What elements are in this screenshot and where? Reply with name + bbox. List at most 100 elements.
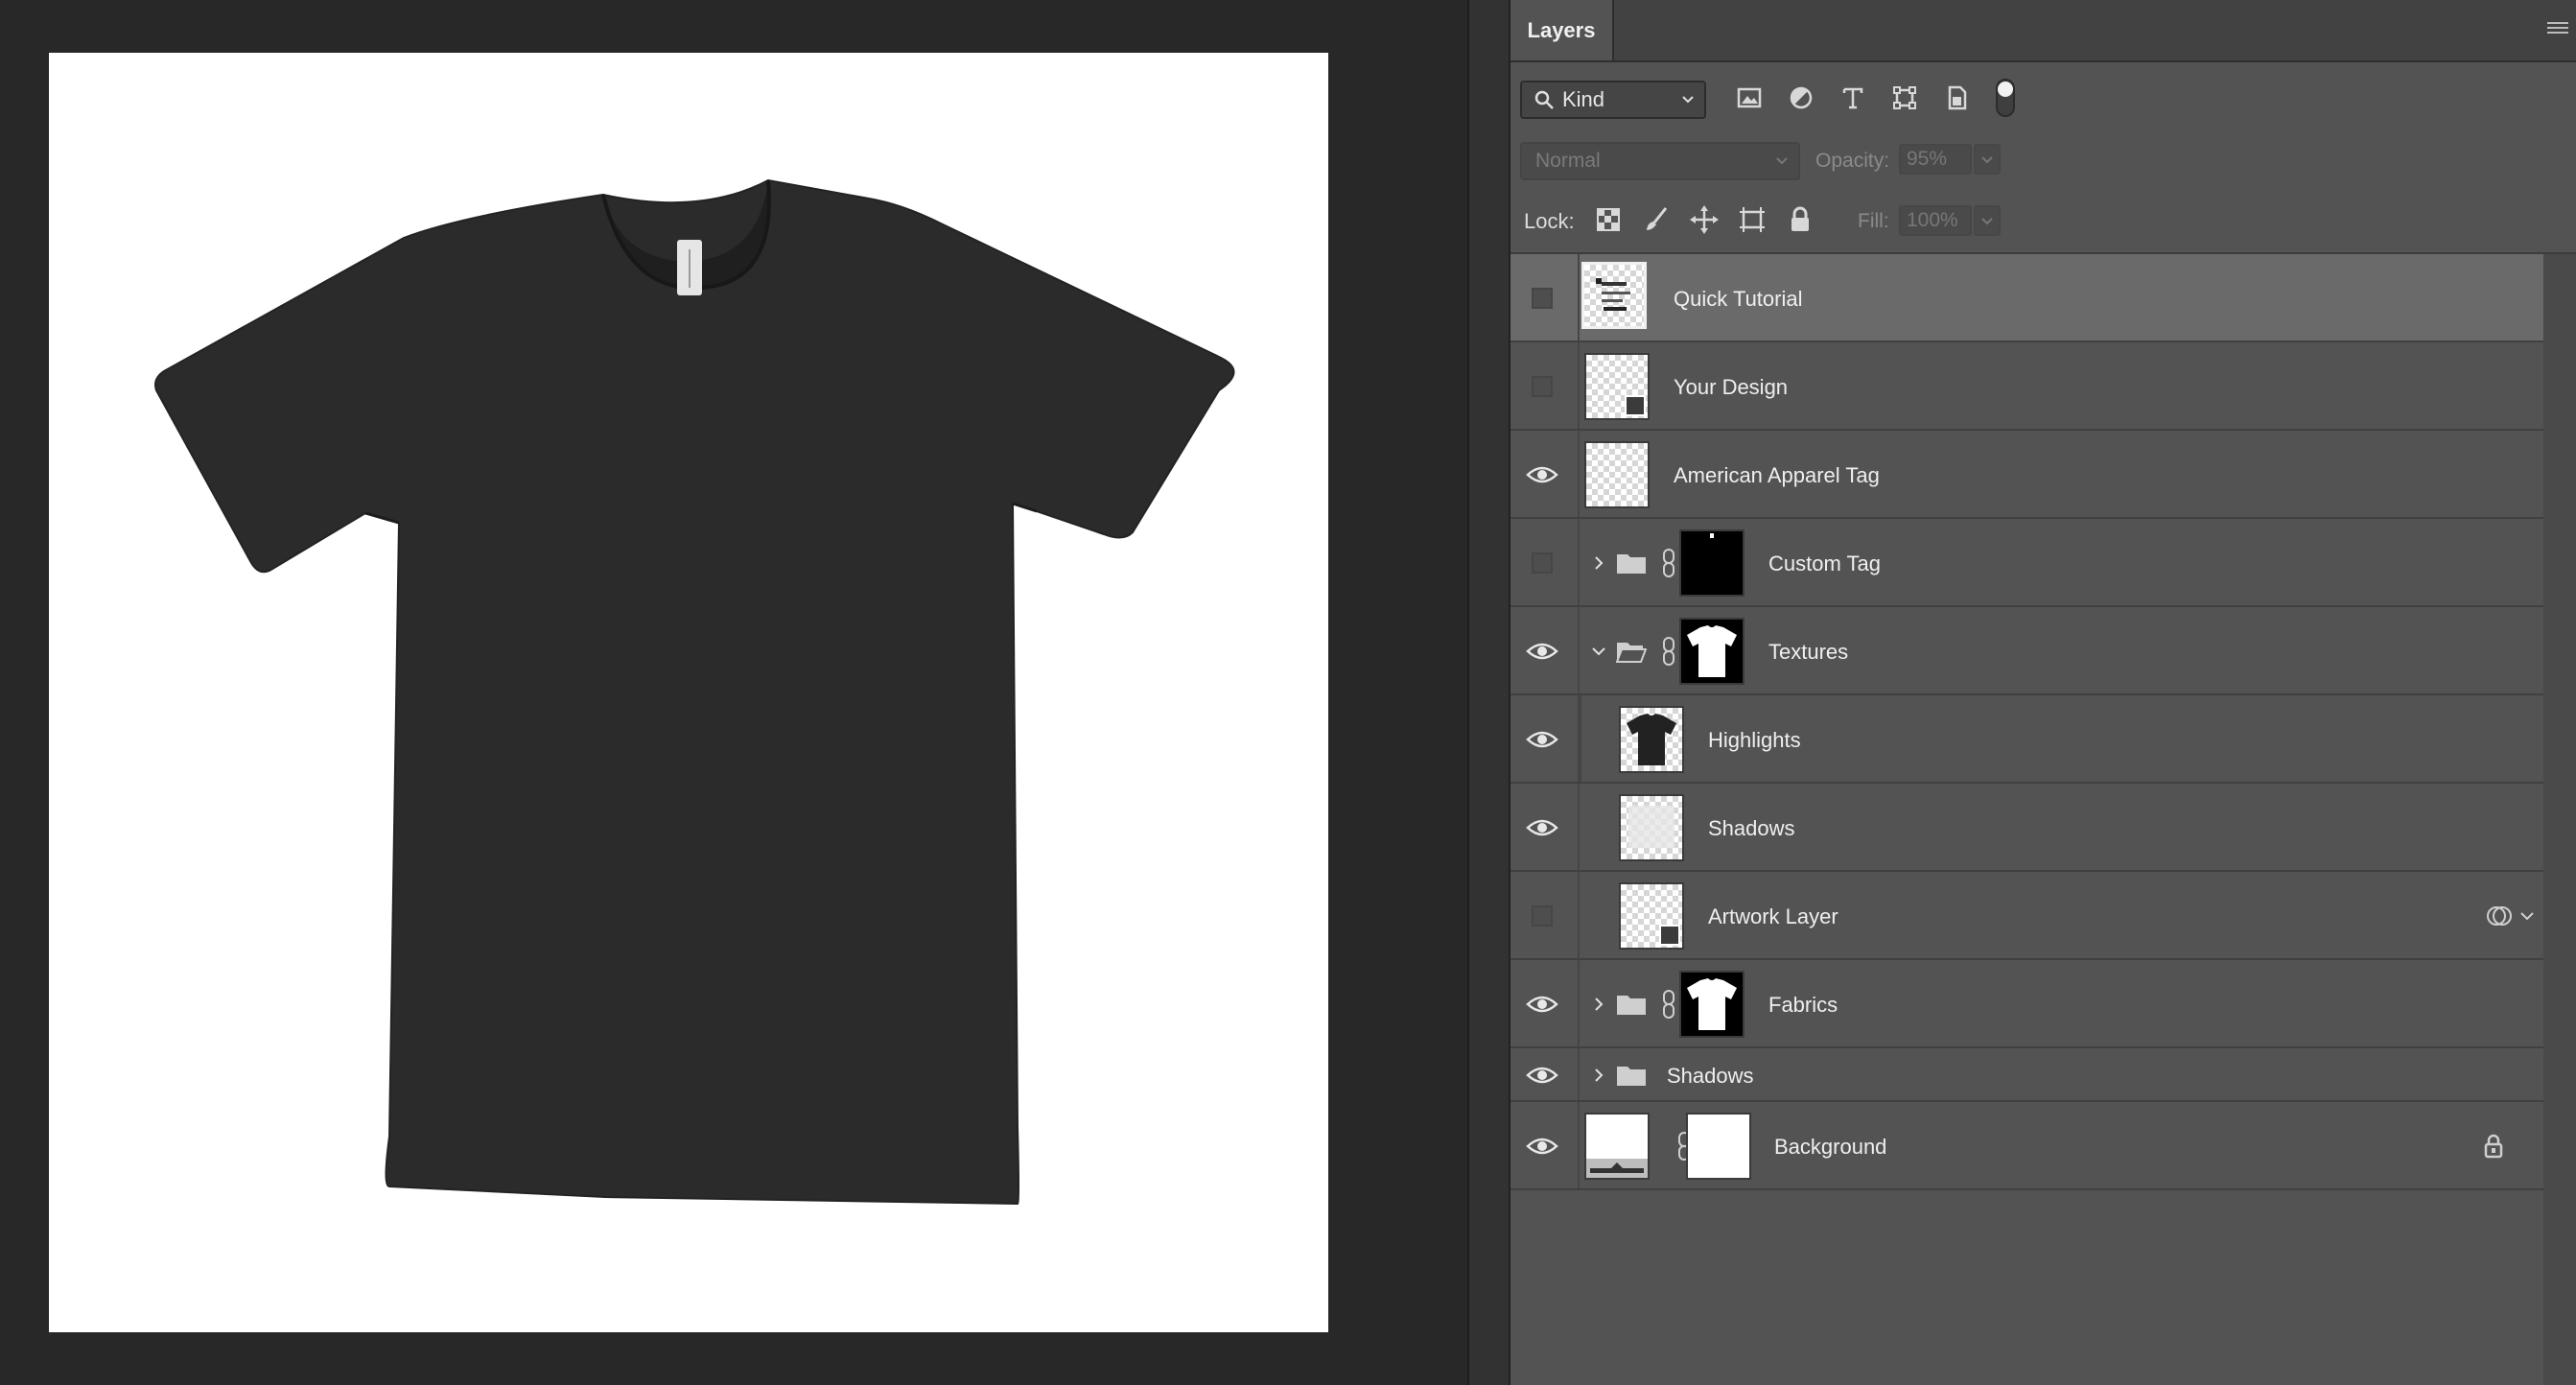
visibility-toggle[interactable]: [1510, 784, 1580, 870]
link-chain-icon[interactable]: [1661, 548, 1676, 578]
eye-icon[interactable]: [1526, 817, 1558, 838]
layer-row-background[interactable]: Background: [1510, 1102, 2543, 1190]
chevron-right-icon[interactable]: [1591, 997, 1606, 1012]
panel-separator[interactable]: [1467, 0, 1510, 1385]
link-chain-icon[interactable]: [1661, 636, 1676, 667]
chevron-down-icon: [1981, 156, 1993, 164]
folder-icon: [1617, 1067, 1646, 1086]
document-canvas[interactable]: [49, 53, 1328, 1332]
layers-scrollbar[interactable]: [2543, 254, 2576, 1385]
tab-layers[interactable]: Layers: [1510, 0, 1614, 60]
layer-mask-thumbnail: [1679, 529, 1745, 597]
visibility-toggle[interactable]: [1510, 695, 1580, 782]
layer-name: Textures: [1768, 640, 1849, 664]
visibility-toggle[interactable]: [1510, 872, 1580, 958]
opacity-input[interactable]: 95%: [1899, 144, 1972, 175]
layer-row-custom-tag[interactable]: Custom Tag: [1510, 519, 2543, 607]
layer-row-textures[interactable]: Textures: [1510, 607, 2543, 695]
visibility-toggle[interactable]: [1510, 960, 1580, 1046]
lock-position-move-icon[interactable]: [1688, 203, 1721, 236]
layers-panel: Layers Kind Normal Opacity: 95% Lock: Fi…: [1509, 0, 2576, 1385]
lock-image-pixels-brush-icon[interactable]: [1640, 203, 1673, 236]
indent-guide: [1580, 695, 1581, 782]
layer-row-highlights[interactable]: Highlights: [1510, 695, 2543, 784]
filter-type-layers-icon[interactable]: [1838, 82, 1868, 113]
visibility-off-box[interactable]: [1532, 552, 1553, 574]
layer-name: American Apparel Tag: [1674, 463, 1880, 487]
adjustment-gradient-icon: [1586, 1159, 1648, 1178]
filter-pixel-layers-icon[interactable]: [1734, 82, 1765, 113]
visibility-off-box[interactable]: [1532, 376, 1553, 397]
panel-menu-icon[interactable]: [2547, 19, 2568, 36]
layer-thumbnail: [1581, 262, 1647, 329]
blend-mode-select[interactable]: Normal: [1520, 142, 1800, 180]
opacity-dropdown-button[interactable]: [1974, 144, 2001, 175]
layer-row-american-apparel-tag[interactable]: American Apparel Tag: [1510, 431, 2543, 519]
folder-open-icon: [1616, 643, 1647, 663]
layer-row-artwork-layer[interactable]: Artwork Layer: [1510, 872, 2543, 960]
visibility-toggle[interactable]: [1510, 1048, 1580, 1100]
eye-icon[interactable]: [1526, 1136, 1558, 1157]
layer-row-shadows[interactable]: Shadows: [1510, 784, 2543, 872]
link-chain-icon[interactable]: [1661, 989, 1676, 1020]
chevron-down-icon[interactable]: [2519, 910, 2535, 922]
canvas-workspace: [0, 0, 1467, 1385]
layer-thumbnail: [1619, 794, 1684, 861]
eye-icon[interactable]: [1526, 1065, 1558, 1086]
fill-dropdown-button[interactable]: [1974, 205, 2001, 236]
filter-shape-layers-icon[interactable]: [1889, 82, 1920, 113]
lock-label: Lock:: [1524, 209, 1575, 233]
layer-thumbnail: [1584, 353, 1650, 420]
chevron-down-icon: [1682, 96, 1694, 104]
layer-row-your-design[interactable]: Your Design: [1510, 342, 2543, 431]
tshirt-thumbnail-icon: [1627, 714, 1676, 765]
filter-kind-select[interactable]: Kind: [1520, 81, 1706, 119]
eye-icon[interactable]: [1526, 994, 1558, 1015]
lock-transparent-pixels-icon[interactable]: [1592, 203, 1625, 236]
eye-icon[interactable]: [1526, 729, 1558, 750]
visibility-toggle[interactable]: [1510, 607, 1580, 693]
layer-name: Shadows: [1708, 816, 1795, 840]
filter-toggle-switch[interactable]: [1993, 78, 2018, 118]
visibility-toggle[interactable]: [1510, 1102, 1580, 1188]
folder-icon: [1617, 996, 1646, 1015]
tshirt-mask-icon: [1687, 978, 1737, 1030]
fill-label: Fill:: [1858, 210, 1889, 232]
chevron-right-icon[interactable]: [1591, 1068, 1606, 1083]
panel-header: Layers: [1510, 0, 2576, 62]
lock-artboard-icon[interactable]: [1736, 203, 1768, 236]
visibility-toggle[interactable]: [1510, 342, 1580, 429]
chevron-right-icon[interactable]: [1591, 555, 1606, 571]
layer-thumbnail: [1619, 882, 1684, 950]
layer-name: Fabrics: [1768, 993, 1838, 1017]
tshirt-mockup-image: [154, 178, 1235, 1206]
layer-name: Quick Tutorial: [1674, 287, 1803, 311]
filter-adjustment-layers-icon[interactable]: [1786, 82, 1816, 113]
visibility-off-box[interactable]: [1532, 288, 1553, 309]
layer-name: Highlights: [1708, 728, 1801, 752]
eye-icon[interactable]: [1526, 641, 1558, 662]
layer-mask-thumbnail: [1679, 971, 1745, 1038]
layer-row-shadows-group[interactable]: Shadows: [1510, 1048, 2543, 1102]
layer-name: Custom Tag: [1768, 552, 1881, 575]
layer-effects-icon[interactable]: [2485, 904, 2514, 927]
chevron-down-icon: [1776, 157, 1788, 165]
lock-icon[interactable]: [2481, 1133, 2506, 1160]
mask-mark-icon: [1710, 533, 1714, 538]
visibility-toggle[interactable]: [1510, 519, 1580, 605]
layer-name: Artwork Layer: [1708, 904, 1838, 928]
lock-all-icon[interactable]: [1784, 203, 1816, 236]
filter-kind-label: Kind: [1562, 87, 1605, 111]
visibility-toggle[interactable]: [1510, 254, 1580, 340]
visibility-off-box[interactable]: [1532, 905, 1553, 927]
tutorial-thumbnail-icon: [1596, 278, 1630, 311]
filter-smart-objects-icon[interactable]: [1941, 82, 1972, 113]
chevron-down-icon: [1981, 218, 1993, 225]
visibility-toggle[interactable]: [1510, 431, 1580, 517]
eye-icon[interactable]: [1526, 464, 1558, 485]
fill-input[interactable]: 100%: [1899, 205, 1972, 236]
layer-row-quick-tutorial[interactable]: Quick Tutorial: [1510, 254, 2543, 342]
layer-row-fabrics[interactable]: Fabrics: [1510, 960, 2543, 1048]
search-icon: [1534, 90, 1554, 109]
chevron-down-icon[interactable]: [1591, 644, 1606, 659]
